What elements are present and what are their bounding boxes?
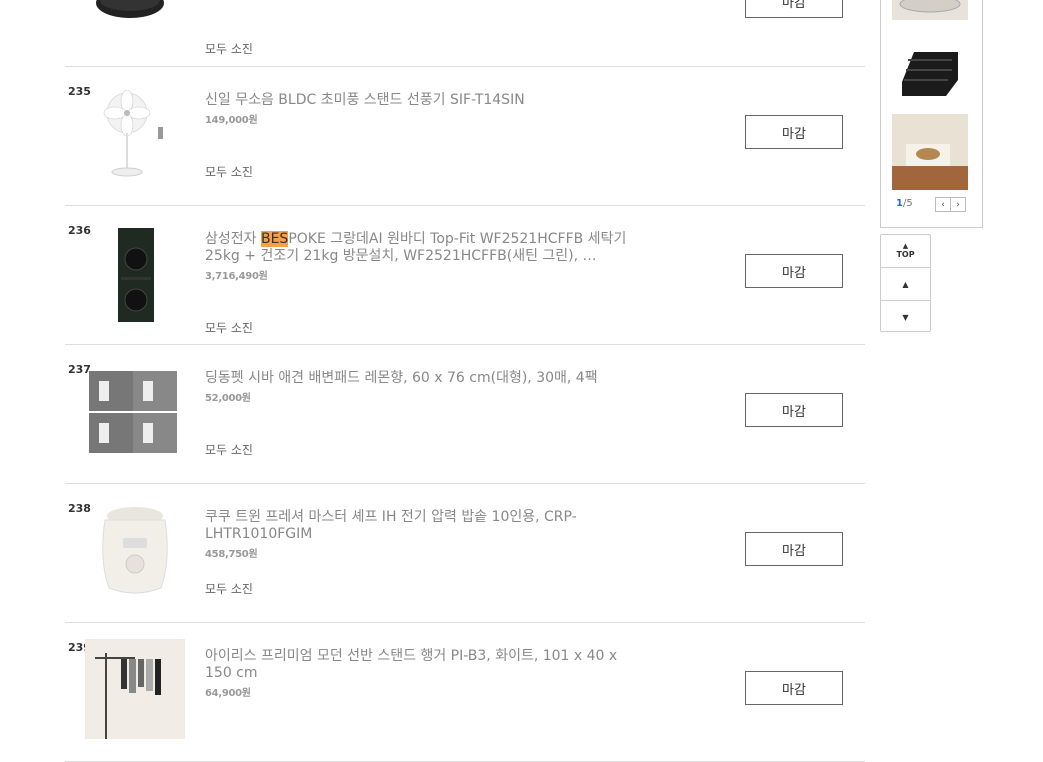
soldout-label: 모두 소진	[205, 582, 253, 596]
close-button[interactable]: 마감	[745, 0, 843, 18]
list-item: 237 딩동펫 시바 애견 배변패드 레몬향, 60 x 76 cm(대형), …	[65, 345, 865, 484]
product-price: 64,900원	[205, 688, 251, 699]
search-highlight: BES	[260, 231, 289, 247]
recent-thumb-1[interactable]	[892, 0, 968, 20]
product-list: 모두 소진 마감 235 신일 무소음 BLDC 초미풍 스탠드 선풍기 SIF…	[65, 0, 865, 762]
soldout-label: 모두 소진	[205, 443, 253, 457]
scroll-down-button[interactable]: ▼	[881, 301, 930, 333]
product-price: 458,750원	[205, 549, 258, 560]
close-button[interactable]: 마감	[745, 393, 843, 427]
close-button[interactable]: 마감	[745, 254, 843, 288]
up-arrow-icon: ▲	[902, 279, 909, 289]
product-price: 149,000원	[205, 115, 258, 126]
product-title[interactable]: 아이리스 프리미엄 모던 선반 스탠드 행거 PI-B3, 화이트, 101 x…	[205, 648, 617, 681]
close-button[interactable]: 마감	[745, 115, 843, 149]
list-item: 238 쿠쿠 트윈 프레셔 마스터 셰프 IH 전기 압력 밥솥 10인용, C…	[65, 484, 865, 623]
list-item: 모두 소진 마감	[65, 0, 865, 67]
scroll-top-button[interactable]: ▲ TOP	[881, 235, 930, 268]
list-item: 235 신일 무소음 BLDC 초미풍 스탠드 선풍기 SIF-T14SIN 1…	[65, 67, 865, 206]
washer-dryer-image[interactable]	[85, 222, 185, 322]
pagination-indicator: 1/5	[896, 198, 913, 209]
top-arrow-icon: ▲	[902, 242, 909, 250]
pet-pad-image[interactable]	[85, 361, 185, 461]
recent-thumb-3[interactable]	[892, 114, 968, 190]
product-price: 52,000원	[205, 393, 251, 404]
scroll-up-button[interactable]: ▲	[881, 268, 930, 301]
stand-fan-image[interactable]	[85, 83, 185, 183]
soldout-label: 모두 소진	[205, 165, 253, 179]
list-item: 239 아이리스 프리미엄 모던 선반 스탠드 행거 PI-B3, 화이트, 1…	[65, 623, 865, 762]
soldout-label: 모두 소진	[205, 321, 253, 335]
recent-thumb-2[interactable]	[892, 30, 968, 106]
rice-cooker-image[interactable]	[85, 500, 185, 600]
product-title[interactable]: 딩동펫 시바 애견 배변패드 레몬향, 60 x 76 cm(대형), 30매,…	[205, 370, 598, 386]
product-title[interactable]: 삼성전자 BESPOKE 그랑데AI 원바디 Top-Fit WF2521HCF…	[205, 231, 626, 264]
list-item: 236 삼성전자 BESPOKE 그랑데AI 원바디 Top-Fit WF252…	[65, 206, 865, 345]
product-title[interactable]: 신일 무소음 BLDC 초미풍 스탠드 선풍기 SIF-T14SIN	[205, 92, 525, 108]
close-button[interactable]: 마감	[745, 532, 843, 566]
scroll-nav: ▲ TOP ▲ ▼	[880, 234, 931, 332]
prev-page-button[interactable]: ‹	[935, 197, 951, 212]
next-page-button[interactable]: ›	[950, 197, 966, 212]
soldout-label: 모두 소진	[205, 42, 253, 56]
down-arrow-icon: ▼	[902, 312, 909, 322]
product-price: 3,716,490원	[205, 271, 268, 282]
recent-items-panel: 1/5 ‹ ›	[880, 0, 983, 228]
product-title[interactable]: 쿠쿠 트윈 프레셔 마스터 셰프 IH 전기 압력 밥솥 10인용, CRP-L…	[205, 509, 577, 542]
hanger-rack-image[interactable]	[85, 639, 185, 739]
